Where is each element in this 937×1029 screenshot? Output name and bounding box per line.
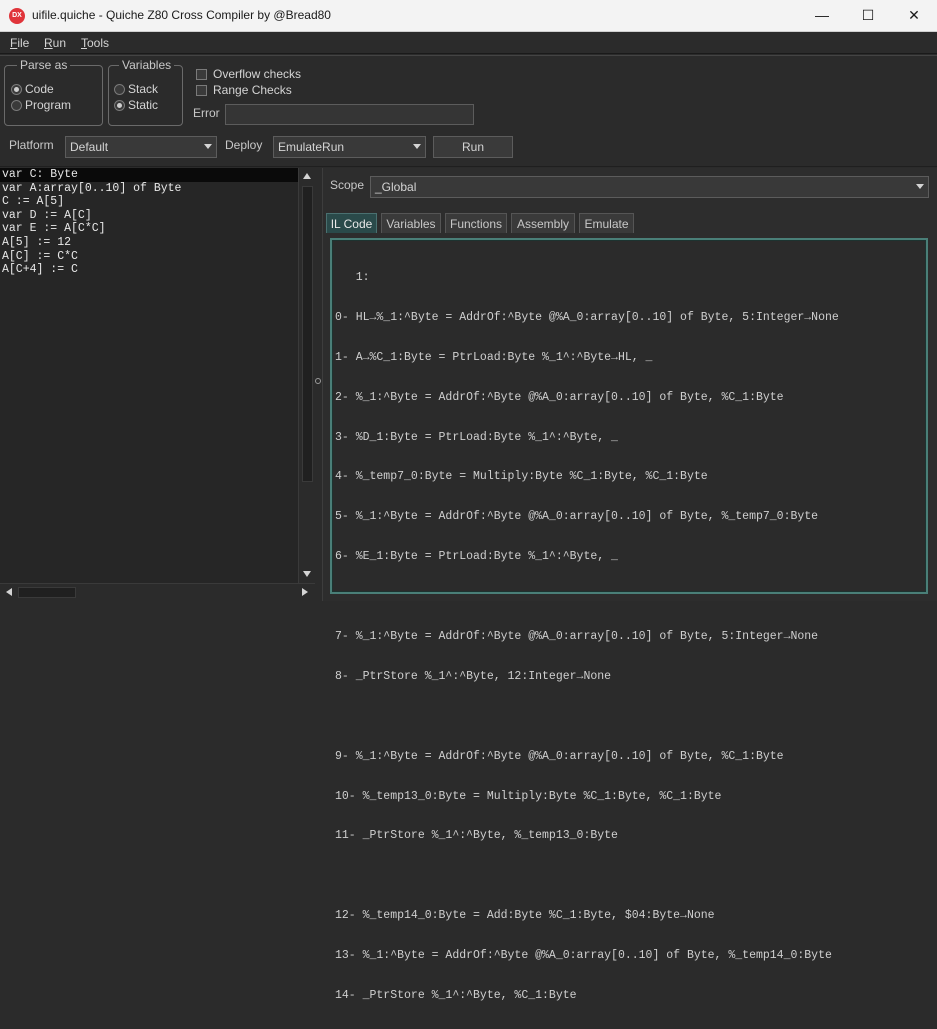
overflow-checks-label: Overflow checks [213,67,302,81]
parse-as-program-radio[interactable] [11,99,22,111]
editor-vertical-scroll-thumb[interactable] [302,186,313,482]
il-code-panel[interactable]: 1: 0- HL→%_1:^Byte = AddrOf:^Byte @%A_0:… [330,238,928,1002]
platform-value: Default [70,140,109,154]
il-line: 13- %_1:^Byte = AddrOf:^Byte @%A_0:array… [335,949,832,963]
il-line: 14- _PtrStore %_1^:^Byte, %C_1:Byte [335,989,577,1003]
source-line: var E := A[C*C] [2,222,106,236]
scroll-up-arrow-icon[interactable] [303,173,311,179]
il-line: 5- %_1:^Byte = AddrOf:^Byte @%A_0:array[… [335,510,819,524]
il-line: 4- %_temp7_0:Byte = Multiply:Byte %C_1:B… [335,470,708,484]
window-title: uifile.quiche - Quiche Z80 Cross Compile… [32,8,331,22]
tab-functions[interactable]: Functions [445,213,507,233]
source-line: var C: Byte [0,168,298,182]
il-code-text: 1: 0- HL→%_1:^Byte = AddrOf:^Byte @%A_0:… [335,245,839,1029]
deploy-value: EmulateRun [278,140,345,154]
tab-il-code[interactable]: IL Code [326,213,377,233]
il-line: 1: [335,271,370,284]
il-line: 8- _PtrStore %_1^:^Byte, 12:Integer→None [335,669,612,683]
source-editor[interactable]: var C: Byte var A:array[0..10] of Byte C… [0,168,298,583]
overflow-checks-option[interactable]: Overflow checks [196,67,301,81]
parse-as-program-option[interactable]: Program [11,98,71,112]
scroll-right-arrow-icon[interactable] [302,588,308,596]
options-panel: Parse as Code Program Variables Stack St… [0,55,937,167]
source-line: var D := A[C] [2,208,92,222]
source-line: var A:array[0..10] of Byte [2,181,182,195]
il-line: 7- %_1:^Byte = AddrOf:^Byte @%A_0:array[… [335,630,819,644]
il-line [335,590,839,604]
deploy-select[interactable]: EmulateRun [273,136,426,158]
variables-stack-option[interactable]: Stack [114,82,158,96]
parse-as-group: Parse as Code Program [4,58,103,126]
menu-bar: File Run Tools [0,32,937,54]
close-button[interactable]: ✕ [891,0,937,31]
menu-file[interactable]: File [10,36,29,50]
menu-run-label: un [52,36,67,50]
editor-vertical-scrollbar[interactable] [298,168,315,583]
il-line: 12- %_temp14_0:Byte = Add:Byte %C_1:Byte… [335,909,715,923]
range-checks-checkbox[interactable] [196,84,207,96]
tab-emulate[interactable]: Emulate [579,213,634,233]
variables-static-label: Static [128,98,159,112]
il-line [335,710,839,724]
deploy-label: Deploy [225,138,263,152]
il-line: 1- A→%C_1:Byte = PtrLoad:Byte %_1^:^Byte… [335,350,653,364]
overflow-checks-checkbox[interactable] [196,68,207,80]
variables-stack-label: Stack [128,82,159,96]
title-bar: DX uifile.quiche - Quiche Z80 Cross Comp… [0,0,937,32]
parse-as-legend: Parse as [17,58,71,72]
chevron-down-icon [916,184,924,189]
maximize-button[interactable]: ☐ [845,0,891,31]
platform-select[interactable]: Default [65,136,217,158]
variables-legend: Variables [119,58,175,72]
source-line: A[C] := C*C [2,249,78,263]
range-checks-option[interactable]: Range Checks [196,83,292,97]
editor-horizontal-scroll-thumb[interactable] [18,587,76,598]
splitter-grip-icon[interactable] [315,378,321,384]
run-button[interactable]: Run [433,136,513,158]
platform-label: Platform [9,138,54,152]
parse-as-code-label: Code [25,82,54,96]
app-icon: DX [9,8,25,24]
pane-splitter[interactable] [315,168,322,601]
scope-select[interactable]: _Global [370,176,929,198]
source-line: A[C+4] := C [2,263,78,277]
variables-stack-radio[interactable] [114,83,125,95]
menu-run-mnemonic: R [44,36,53,50]
scope-label: Scope [330,178,365,192]
scroll-down-arrow-icon[interactable] [303,571,311,577]
source-line: C := A[5] [2,195,65,209]
error-label: Error [193,106,220,120]
scroll-left-arrow-icon[interactable] [6,588,12,596]
editor-horizontal-scrollbar[interactable] [0,583,315,601]
error-field[interactable] [225,104,474,125]
variables-group: Variables Stack Static [108,58,183,126]
il-line [335,869,839,883]
chevron-down-icon [413,144,421,149]
source-line: A[5] := 12 [2,235,72,249]
il-line: 10- %_temp13_0:Byte = Multiply:Byte %C_1… [335,789,722,803]
il-line: 0- HL→%_1:^Byte = AddrOf:^Byte @%A_0:arr… [335,310,839,324]
il-line: 6- %E_1:Byte = PtrLoad:Byte %_1^:^Byte, … [335,550,618,564]
range-checks-label: Range Checks [213,83,292,97]
il-line: 11- _PtrStore %_1^:^Byte, %_temp13_0:Byt… [335,829,618,843]
variables-static-radio[interactable] [114,99,125,111]
parse-as-program-label: Program [25,98,72,112]
menu-run[interactable]: Run [44,36,66,50]
il-line: 9- %_1:^Byte = AddrOf:^Byte @%A_0:array[… [335,749,784,763]
menu-tools-label: ools [87,36,110,50]
variables-static-option[interactable]: Static [114,98,158,112]
il-line: 2- %_1:^Byte = AddrOf:^Byte @%A_0:array[… [335,390,784,404]
parse-as-code-option[interactable]: Code [11,82,54,96]
menu-tools[interactable]: Tools [81,36,109,50]
il-line: 3- %D_1:Byte = PtrLoad:Byte %_1^:^Byte, … [335,430,618,444]
chevron-down-icon [204,144,212,149]
minimize-button[interactable]: — [799,0,845,31]
tab-variables[interactable]: Variables [381,213,441,233]
tab-assembly[interactable]: Assembly [511,213,575,233]
scope-value: _Global [375,180,417,194]
menu-file-label: ile [17,36,30,50]
parse-as-code-radio[interactable] [11,83,22,95]
